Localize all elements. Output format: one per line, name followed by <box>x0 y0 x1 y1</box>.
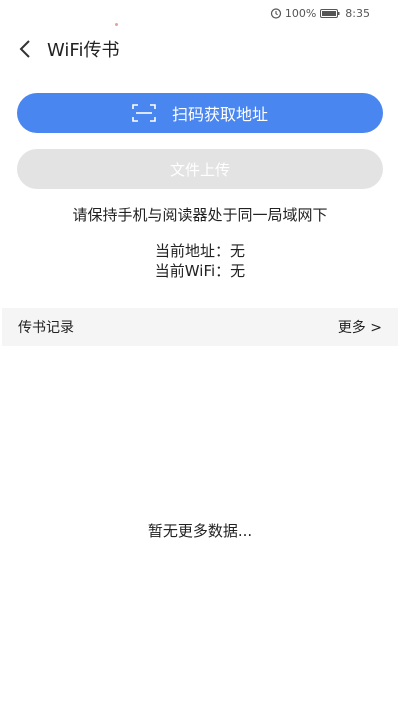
battery-icon <box>320 8 340 18</box>
wifi-transfer-screen: 100% 8:35 WiFi传书 扫码获取地址 文件上传 请保持手机与阅读器处于… <box>0 0 400 711</box>
status-bar: 100% 8:35 <box>0 0 400 26</box>
address-label: 当前地址： <box>154 242 230 260</box>
header: WiFi传书 <box>0 30 400 68</box>
status-time: 8:35 <box>345 6 370 20</box>
wifi-value: 无 <box>230 262 246 280</box>
more-records-link[interactable]: 更多 > <box>338 317 382 337</box>
page-title: WiFi传书 <box>47 40 120 61</box>
empty-state: 暂无更多数据... <box>147 522 253 540</box>
file-upload-button[interactable]: 文件上传 <box>17 149 383 189</box>
network-tip: 请保持手机与阅读器处于同一局域网下 <box>72 206 328 224</box>
transfer-records-header: 传书记录 更多 > <box>2 308 398 346</box>
current-address: 当前地址：无 <box>0 240 400 261</box>
chevron-left-icon <box>19 40 30 58</box>
alarm-icon <box>270 8 281 19</box>
status-dot <box>115 23 118 26</box>
records-title: 传书记录 <box>18 320 74 336</box>
battery-percent: 100% <box>284 6 317 20</box>
scan-icon <box>132 104 156 122</box>
upload-button-label: 文件上传 <box>169 160 230 179</box>
scan-address-button[interactable]: 扫码获取地址 <box>17 93 383 133</box>
back-button[interactable] <box>13 37 37 61</box>
wifi-label: 当前WiFi： <box>154 262 231 280</box>
scan-button-label: 扫码获取地址 <box>171 105 268 124</box>
address-value: 无 <box>230 242 246 260</box>
current-wifi: 当前WiFi：无 <box>0 260 400 281</box>
